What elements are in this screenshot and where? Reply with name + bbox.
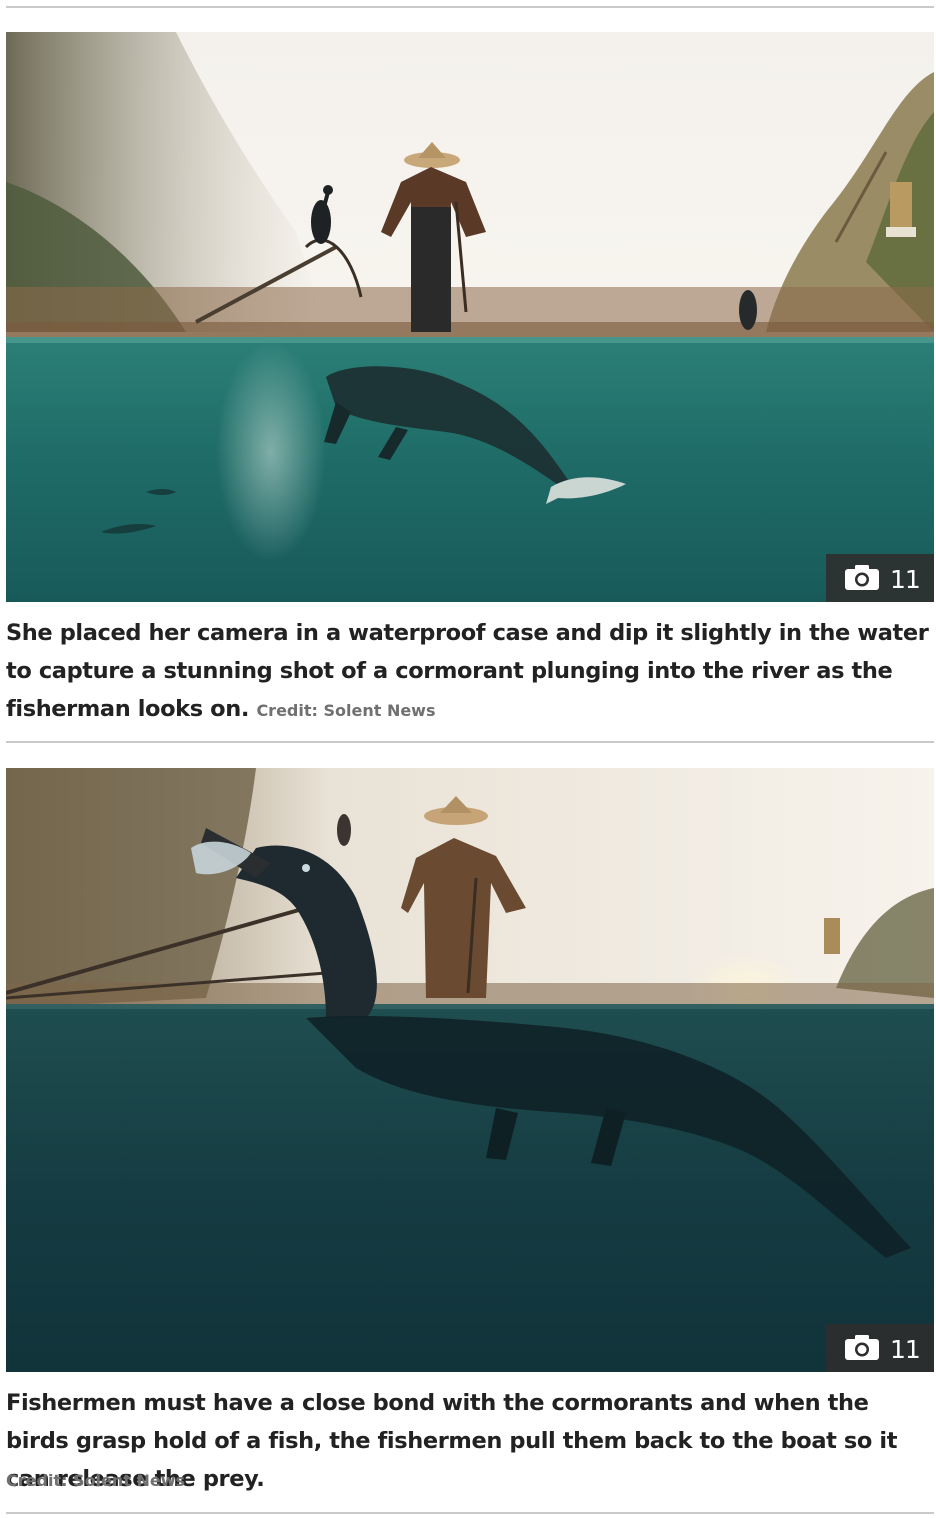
photo-1-caption: She placed her camera in a waterproof ca…	[6, 614, 934, 730]
caption-text: She placed her camera in a waterproof ca…	[6, 620, 929, 722]
photo-count: 11	[890, 1335, 921, 1364]
camera-icon	[845, 565, 879, 590]
gallery-photo-2[interactable]: 11	[6, 768, 934, 1372]
photo-credit: Credit: Solent News	[6, 1471, 186, 1490]
photo-credit: Credit: Solent News	[256, 701, 436, 720]
camera-icon	[845, 1335, 879, 1360]
divider-middle	[6, 741, 934, 743]
gallery-count-badge[interactable]: 11	[826, 554, 934, 602]
photo-count: 11	[890, 565, 921, 594]
photo-1-image	[6, 32, 934, 602]
photo-2-image	[6, 768, 934, 1372]
gallery-count-badge[interactable]: 11	[826, 1324, 934, 1372]
gallery-photo-1[interactable]: 11	[6, 32, 934, 602]
divider-bottom	[6, 1512, 934, 1514]
divider-top	[6, 6, 934, 8]
